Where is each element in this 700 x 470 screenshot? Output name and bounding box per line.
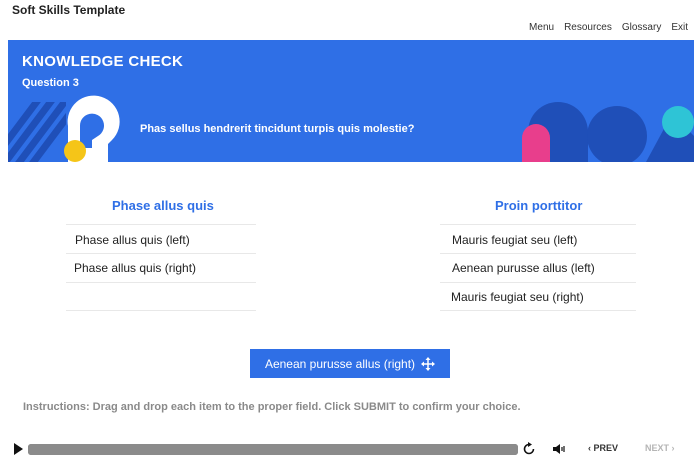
left-column-heading: Phase allus quis <box>112 198 214 213</box>
left-zone-item[interactable]: Phase allus quis (left) <box>75 233 190 247</box>
right-zone-divider <box>440 310 636 311</box>
top-nav: Menu Resources Glossary Exit <box>529 22 688 33</box>
play-icon[interactable] <box>14 443 23 455</box>
progress-fill <box>28 444 518 455</box>
left-zone-divider <box>66 282 256 283</box>
right-zone-item[interactable]: Aenean purusse allus (left) <box>452 261 595 275</box>
banner-title: KNOWLEDGE CHECK <box>22 53 184 70</box>
instructions-text: Instructions: Drag and drop each item to… <box>23 401 521 413</box>
left-zone-item[interactable]: Phase allus quis (right) <box>74 261 196 275</box>
question-text: Phas sellus hendrerit tincidunt turpis q… <box>140 123 415 135</box>
app-title: Soft Skills Template <box>12 3 126 17</box>
player-controls: ‹ PREV NEXT › <box>0 438 700 462</box>
replay-icon[interactable] <box>522 442 536 456</box>
right-zone-divider <box>440 282 636 283</box>
prev-button[interactable]: ‹ PREV <box>588 443 618 453</box>
left-zone-divider <box>66 253 256 254</box>
knowledge-check-banner: KNOWLEDGE CHECK Question 3 Phas sellus h… <box>8 40 694 162</box>
right-zone-divider <box>440 224 636 225</box>
draggable-answer-item[interactable]: Aenean purusse allus (right) <box>250 349 450 378</box>
chevron-right-icon: › <box>669 443 675 453</box>
nav-resources-link[interactable]: Resources <box>564 22 612 33</box>
teal-dot <box>662 106 694 138</box>
draggable-item-label: Aenean purusse allus (right) <box>264 356 416 371</box>
left-zone-divider <box>66 224 256 225</box>
right-zone-item[interactable]: Mauris feugiat seu (right) <box>451 290 584 304</box>
next-label: NEXT <box>645 443 670 453</box>
right-zone-divider <box>440 253 636 254</box>
move-icon <box>421 356 436 371</box>
nav-glossary-link[interactable]: Glossary <box>622 22 661 33</box>
prev-label: PREV <box>593 443 619 453</box>
left-zone-divider <box>66 310 256 311</box>
right-column-heading: Proin porttitor <box>495 198 583 213</box>
question-number: Question 3 <box>22 77 79 89</box>
next-button[interactable]: NEXT › <box>645 443 675 453</box>
right-zone-item[interactable]: Mauris feugiat seu (left) <box>452 233 577 247</box>
nav-menu-link[interactable]: Menu <box>529 22 554 33</box>
nav-exit-link[interactable]: Exit <box>671 22 688 33</box>
volume-icon[interactable] <box>552 442 566 456</box>
progress-bar[interactable] <box>28 444 518 455</box>
